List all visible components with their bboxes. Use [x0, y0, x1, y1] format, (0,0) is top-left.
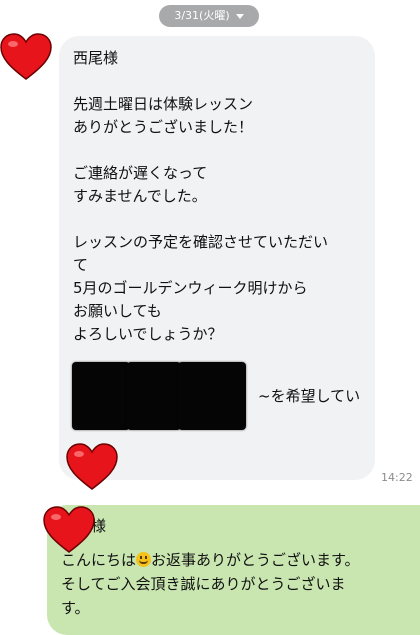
message-timestamp: 14:22: [381, 471, 413, 484]
redaction-block: [178, 362, 246, 430]
redaction-block: [127, 362, 181, 430]
chevron-down-icon: [235, 13, 244, 19]
redaction-block: [72, 362, 130, 430]
date-label: 3/31(火曜): [174, 9, 230, 22]
heart-icon: [0, 33, 52, 81]
recipient-name: 様: [91, 517, 107, 535]
incoming-message-text: 西尾様 先週土曜日は体験レッスン ありがとうございました！ ご連絡が遅くなって …: [73, 49, 329, 343]
heart-icon: [43, 506, 95, 554]
outgoing-message-bubble[interactable]: 様 こんにちは お返事ありがとうございます。 そしてご入会頂き誠にありがとうござい…: [47, 505, 420, 635]
date-pill[interactable]: 3/31(火曜): [159, 5, 259, 27]
heart-icon: [66, 443, 118, 491]
incoming-message-bubble[interactable]: 西尾様 先週土曜日は体験レッスン ありがとうございました！ ご連絡が遅くなって …: [59, 36, 375, 480]
smiling-face-emoji-icon: [136, 552, 152, 567]
redacted-tail-text: ~を希望してい: [258, 387, 361, 405]
outgoing-message-text: こんにちは お返事ありがとうございます。 そしてご入会頂き誠にありがとうございま …: [61, 551, 360, 617]
redacted-dates: ~を希望してい: [72, 362, 372, 434]
